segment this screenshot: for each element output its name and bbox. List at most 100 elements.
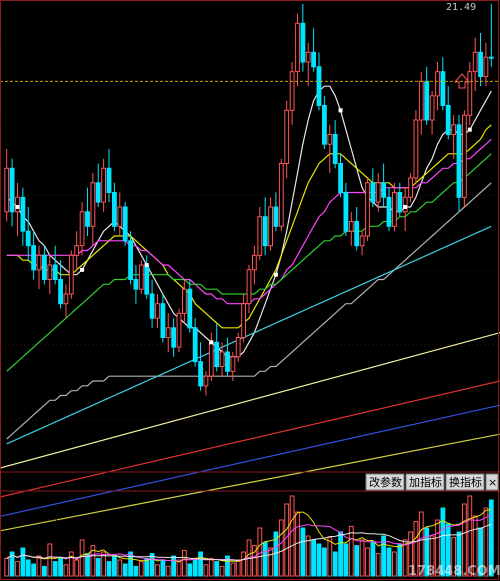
- volume-ma-lines: [6, 509, 492, 563]
- candle-body: [268, 206, 274, 247]
- candle: [467, 62, 473, 125]
- candle: [488, 4, 494, 67]
- candle: [149, 279, 155, 328]
- candle: [122, 202, 128, 246]
- candle-body: [284, 109, 290, 165]
- candle-body: [278, 163, 284, 227]
- volume-bar: [397, 543, 403, 577]
- volume-bar: [343, 543, 349, 577]
- candle: [456, 115, 462, 212]
- candle: [138, 260, 144, 294]
- candle-body: [338, 163, 344, 193]
- volume-bar: [63, 564, 69, 577]
- candle: [58, 260, 64, 309]
- volume-bar: [262, 541, 268, 577]
- candle-body: [4, 167, 10, 213]
- candle-body: [257, 216, 263, 256]
- volume-bar: [52, 561, 58, 577]
- candle-body: [208, 341, 214, 377]
- volume-bar: [375, 553, 381, 577]
- volume-bar: [36, 555, 42, 577]
- volume-bar: [79, 539, 85, 577]
- candle: [246, 265, 252, 314]
- volume-bar: [117, 559, 123, 577]
- candle-body: [241, 303, 246, 339]
- candle-body: [375, 182, 381, 203]
- volume-bar: [214, 561, 220, 577]
- candle-body: [122, 206, 128, 242]
- candle-body: [68, 254, 74, 295]
- long-ma-line-0: [0, 332, 500, 469]
- volume-bar: [133, 565, 139, 577]
- candle: [435, 62, 440, 111]
- candle: [68, 250, 74, 299]
- volume-bar: [300, 527, 306, 577]
- candle-body: [182, 288, 187, 314]
- stock-chart: 21.49 改参数 加指标 换指标 × 178448.COM: [0, 0, 500, 580]
- volume-bar: [386, 547, 392, 577]
- candle-body: [36, 254, 42, 271]
- volume-bar: [241, 551, 246, 577]
- candle-body: [472, 51, 478, 73]
- toolbar: 改参数 加指标 换指标 ×: [365, 473, 499, 491]
- candle: [413, 110, 419, 183]
- candle-body: [397, 192, 403, 213]
- ma-marker: [467, 127, 472, 132]
- candle: [182, 279, 187, 323]
- candle: [343, 182, 349, 236]
- candle-body: [9, 167, 15, 213]
- volume-bar: [219, 565, 225, 577]
- candle-body: [101, 167, 106, 203]
- candle-body: [413, 119, 419, 179]
- candle: [327, 124, 333, 174]
- candle: [63, 284, 69, 319]
- candle: [408, 173, 414, 203]
- candle-body: [273, 206, 279, 227]
- volume-bar: [171, 555, 176, 577]
- candle: [445, 86, 451, 140]
- candle-body: [462, 114, 467, 198]
- candle: [424, 66, 430, 125]
- volume-bar: [257, 527, 263, 577]
- candle: [311, 28, 317, 72]
- volume-bar: [182, 549, 187, 577]
- volume-bar: [230, 562, 236, 577]
- volume-ma-line-0: [6, 509, 492, 563]
- candle-body: [359, 235, 365, 247]
- candle: [257, 207, 263, 261]
- candle-body: [386, 196, 392, 227]
- candle-body: [429, 95, 435, 121]
- candle-body: [225, 351, 230, 372]
- candle-body: [128, 240, 133, 281]
- volume-bar: [327, 537, 333, 577]
- candle-body: [246, 269, 252, 305]
- volume-bar: [203, 564, 209, 577]
- candle: [300, 4, 306, 72]
- candle-body: [381, 182, 387, 198]
- candle: [348, 211, 354, 246]
- candle: [386, 187, 392, 232]
- candle-body: [85, 211, 90, 227]
- candle: [106, 149, 112, 203]
- candle-body: [408, 177, 414, 198]
- candle-body: [343, 192, 349, 232]
- candle: [332, 120, 338, 169]
- volume-bar: [176, 561, 182, 577]
- candle-body: [79, 211, 85, 247]
- long-ma-line-2: [0, 404, 500, 517]
- candle-body: [392, 192, 397, 227]
- candle-body: [445, 105, 451, 135]
- candle: [74, 231, 80, 270]
- ma-line-3: [6, 153, 492, 372]
- candle: [4, 149, 10, 222]
- candle-body: [327, 134, 333, 145]
- ma-marker: [15, 205, 20, 209]
- long-period-ma-lines: [0, 332, 500, 532]
- candle-body: [424, 80, 430, 121]
- candle: [133, 265, 139, 304]
- candle-body: [322, 105, 327, 145]
- candle-body: [435, 71, 440, 97]
- ma-line-5: [6, 225, 492, 445]
- candle-body: [230, 356, 236, 372]
- volume-bar: [112, 555, 117, 577]
